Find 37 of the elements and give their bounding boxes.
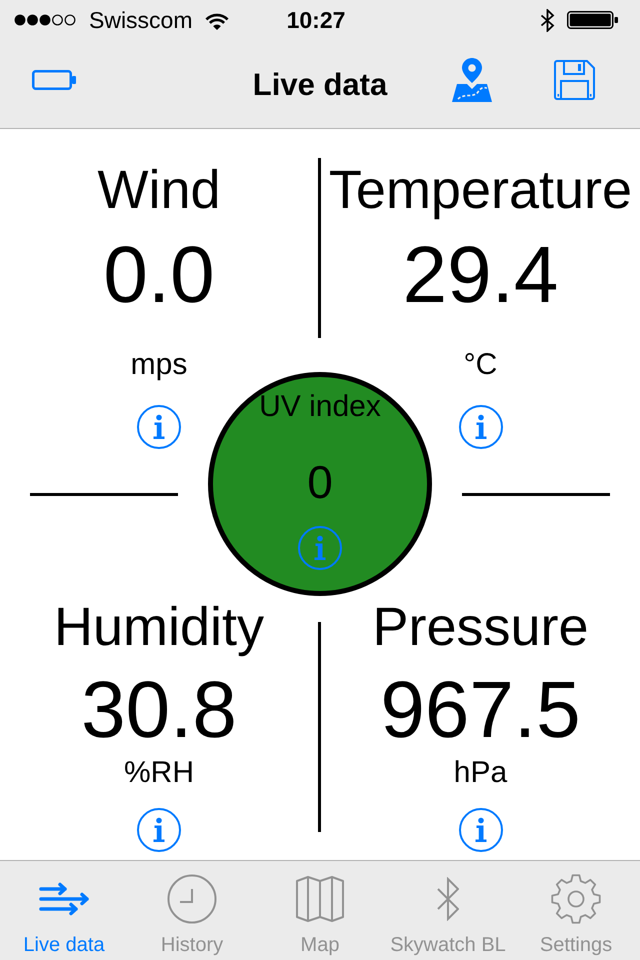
clock-icon[interactable] bbox=[167, 874, 217, 924]
reading-label: Temperature bbox=[328, 163, 632, 217]
bluetooth-icon bbox=[540, 8, 555, 32]
reading-value: 0.0 bbox=[103, 235, 215, 315]
battery-icon bbox=[566, 11, 618, 29]
info-icon[interactable] bbox=[458, 405, 502, 449]
tab[interactable]: History bbox=[128, 861, 256, 960]
reading-value: 967.5 bbox=[380, 670, 581, 750]
reading-label: Humidity bbox=[54, 600, 264, 654]
map-pin-icon[interactable] bbox=[452, 58, 492, 102]
clock-time: 10:27 bbox=[286, 8, 346, 32]
reading-value: 29.4 bbox=[402, 235, 558, 315]
tab[interactable]: Map bbox=[256, 861, 384, 960]
reading-unit: %RH bbox=[124, 758, 194, 788]
reading-label: Pressure bbox=[372, 600, 589, 654]
info-icon[interactable] bbox=[137, 405, 181, 449]
settings-icon[interactable] bbox=[551, 874, 601, 924]
bluetooth-icon[interactable] bbox=[437, 877, 459, 921]
reading-label: Wind bbox=[97, 163, 221, 217]
arrows-icon[interactable] bbox=[39, 882, 89, 916]
battery-icon[interactable] bbox=[32, 70, 76, 90]
info-icon[interactable] bbox=[458, 808, 502, 852]
reading-unit: °C bbox=[464, 350, 498, 380]
tab[interactable]: Settings bbox=[512, 861, 640, 960]
info-icon[interactable] bbox=[137, 808, 181, 852]
map-icon[interactable] bbox=[296, 876, 344, 922]
tab[interactable]: Skywatch BL bbox=[384, 861, 512, 960]
uv-index-label: UV index bbox=[259, 392, 381, 422]
signal-strength-icon bbox=[14, 14, 76, 26]
carrier-name: Swisscom bbox=[89, 8, 193, 32]
nav-title: Live data bbox=[252, 68, 388, 100]
wifi-icon bbox=[204, 10, 229, 30]
reading-unit: hPa bbox=[454, 758, 508, 788]
tab[interactable]: Live data bbox=[0, 861, 128, 960]
reading-value: 30.8 bbox=[81, 670, 237, 750]
uv-index-value: 0 bbox=[307, 459, 333, 505]
reading-unit: mps bbox=[130, 350, 188, 380]
